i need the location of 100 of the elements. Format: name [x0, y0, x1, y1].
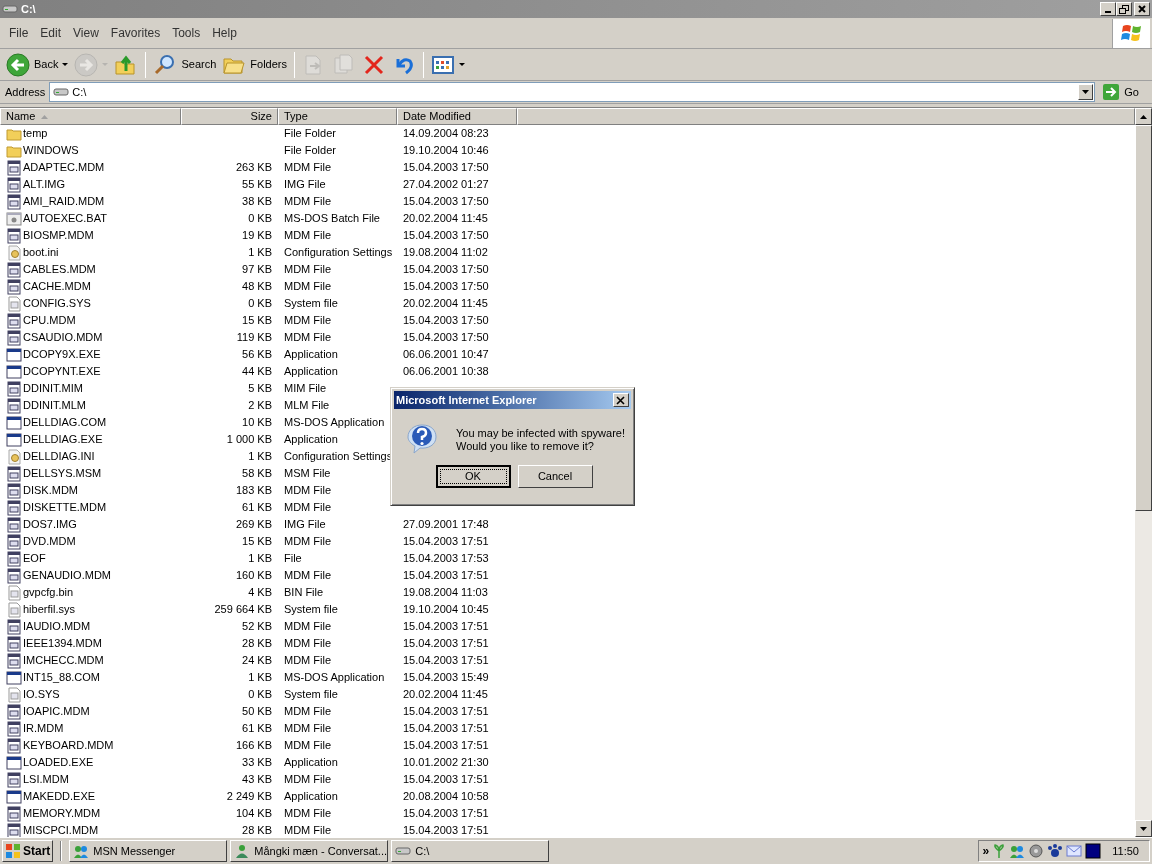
- scroll-down-button[interactable]: [1135, 820, 1152, 837]
- file-name[interactable]: DELLDIAG.EXE: [23, 431, 103, 448]
- caret-icon: [1082, 90, 1090, 94]
- file-name[interactable]: CABLES.MDM: [23, 261, 96, 278]
- file-size: 28 KB: [242, 823, 272, 837]
- file-type: Configuration Settings: [284, 246, 393, 259]
- file-type: System file: [284, 688, 338, 701]
- file-name[interactable]: DELLSYS.MSM: [23, 465, 102, 482]
- file-name[interactable]: WINDOWS: [23, 142, 79, 159]
- tray-expand-button[interactable]: »: [982, 842, 990, 860]
- back-button[interactable]: Back: [4, 50, 71, 79]
- window-file-icon: [6, 176, 22, 193]
- file-name[interactable]: CPU.MDM: [23, 312, 76, 329]
- file-type: Application: [284, 433, 338, 446]
- application-icon: [6, 363, 22, 380]
- file-name[interactable]: IMCHECC.MDM: [23, 652, 104, 669]
- file-name[interactable]: IAUDIO.MDM: [23, 618, 91, 635]
- file-name[interactable]: boot.ini: [23, 244, 59, 261]
- file-name[interactable]: gvpcfg.bin: [23, 584, 74, 601]
- close-button[interactable]: [613, 393, 629, 407]
- menu-item[interactable]: Favorites: [104, 24, 167, 42]
- menu-item[interactable]: Tools: [166, 24, 207, 42]
- menu-item[interactable]: Edit: [34, 24, 68, 42]
- column-header[interactable]: Size: [181, 108, 278, 125]
- minimize-icon: [1105, 11, 1111, 13]
- dialog-button[interactable]: Cancel: [517, 465, 593, 488]
- file-name[interactable]: DCOPY9X.EXE: [23, 346, 101, 363]
- go-button[interactable]: Go: [1101, 82, 1140, 102]
- file-date: 20.02.2004 11:45: [403, 212, 488, 225]
- file-date: 10.01.2002 21:30: [403, 756, 489, 769]
- file-name[interactable]: LOADED.EXE: [23, 754, 94, 771]
- start-button[interactable]: Start: [2, 840, 54, 862]
- file-type: MDM File: [284, 331, 332, 344]
- file-name[interactable]: DDINIT.MIM: [23, 380, 83, 397]
- vertical-scrollbar[interactable]: [1135, 108, 1152, 837]
- file-name[interactable]: temp: [23, 125, 48, 142]
- menu-item[interactable]: Help: [206, 24, 243, 42]
- minimize-button[interactable]: [1100, 2, 1116, 16]
- file-name[interactable]: IO.SYS: [23, 686, 60, 703]
- file-name[interactable]: MAKEDD.EXE: [23, 788, 96, 805]
- people-icon: [73, 843, 90, 859]
- file-name[interactable]: DVD.MDM: [23, 533, 76, 550]
- file-name[interactable]: AMI_RAID.MDM: [23, 193, 105, 210]
- scroll-thumb[interactable]: [1135, 125, 1152, 511]
- menu-item[interactable]: View: [67, 24, 105, 42]
- file-size: 61 KB: [242, 500, 272, 516]
- file-name[interactable]: DCOPYNT.EXE: [23, 363, 101, 380]
- file-name[interactable]: IEEE1394.MDM: [23, 635, 102, 652]
- close-button[interactable]: [1134, 2, 1150, 16]
- application-icon: [6, 346, 22, 363]
- file-name[interactable]: CSAUDIO.MDM: [23, 329, 103, 346]
- file-name[interactable]: AUTOEXEC.BAT: [23, 210, 107, 227]
- file-type: MDM File: [284, 484, 332, 497]
- file-size: 2 249 KB: [226, 789, 272, 805]
- file-name[interactable]: INT15_88.COM: [23, 669, 101, 686]
- dialog-button[interactable]: OK: [435, 465, 511, 488]
- square-icon[interactable]: [1085, 843, 1102, 859]
- file-name[interactable]: DOS7.IMG: [23, 516, 77, 533]
- file-type: Application: [284, 756, 338, 769]
- file-name[interactable]: ALT.IMG: [23, 176, 65, 193]
- file-size: 24 KB: [242, 653, 272, 669]
- address-field[interactable]: C:\: [49, 82, 1096, 102]
- file-name[interactable]: ADAPTEC.MDM: [23, 159, 105, 176]
- paw-icon[interactable]: [1047, 843, 1064, 859]
- file-name[interactable]: CACHE.MDM: [23, 278, 91, 295]
- file-date: 15.04.2003 17:51: [403, 773, 489, 786]
- file-size: 0 KB: [248, 687, 272, 703]
- file-name[interactable]: IR.MDM: [23, 720, 64, 737]
- file-name[interactable]: MISCPCI.MDM: [23, 822, 99, 837]
- file-name[interactable]: DELLDIAG.COM: [23, 414, 107, 431]
- file-name[interactable]: hiberfil.sys: [23, 601, 75, 618]
- file-name[interactable]: LSI.MDM: [23, 771, 69, 788]
- address-dropdown-button[interactable]: [1078, 84, 1094, 100]
- file-name[interactable]: DISKETTE.MDM: [23, 499, 107, 516]
- column-header[interactable]: Name: [0, 108, 181, 125]
- restore-button[interactable]: [1116, 2, 1132, 16]
- disc-icon[interactable]: [1028, 843, 1045, 859]
- file-date: 19.08.2004 11:03: [403, 586, 488, 599]
- taskbar-button[interactable]: Mångki mæn - Conversat...: [230, 840, 389, 862]
- menu-item[interactable]: File: [3, 24, 35, 42]
- file-type: MDM File: [284, 501, 332, 514]
- file-name[interactable]: GENAUDIO.MDM: [23, 567, 111, 584]
- taskbar-button[interactable]: C:\: [391, 840, 550, 862]
- file-name[interactable]: CONFIG.SYS: [23, 295, 91, 312]
- file-name[interactable]: BIOSMP.MDM: [23, 227, 94, 244]
- file-name[interactable]: IOAPIC.MDM: [23, 703, 90, 720]
- column-header[interactable]: Date Modified: [397, 108, 517, 125]
- folders-button[interactable]: Folders: [220, 50, 289, 79]
- taskbar-button[interactable]: MSN Messenger: [69, 840, 228, 862]
- scroll-up-button[interactable]: [1135, 108, 1152, 125]
- file-name[interactable]: KEYBOARD.MDM: [23, 737, 114, 754]
- file-type: MDM File: [284, 161, 332, 174]
- column-header[interactable]: Type: [278, 108, 397, 125]
- file-name[interactable]: DDINIT.MLM: [23, 397, 86, 414]
- file-name[interactable]: DISK.MDM: [23, 482, 78, 499]
- file-name[interactable]: MEMORY.MDM: [23, 805, 101, 822]
- file-name[interactable]: EOF: [23, 550, 46, 567]
- file-name[interactable]: DELLDIAG.INI: [23, 448, 95, 465]
- application-icon: [6, 431, 22, 448]
- search-button[interactable]: Search: [151, 50, 219, 79]
